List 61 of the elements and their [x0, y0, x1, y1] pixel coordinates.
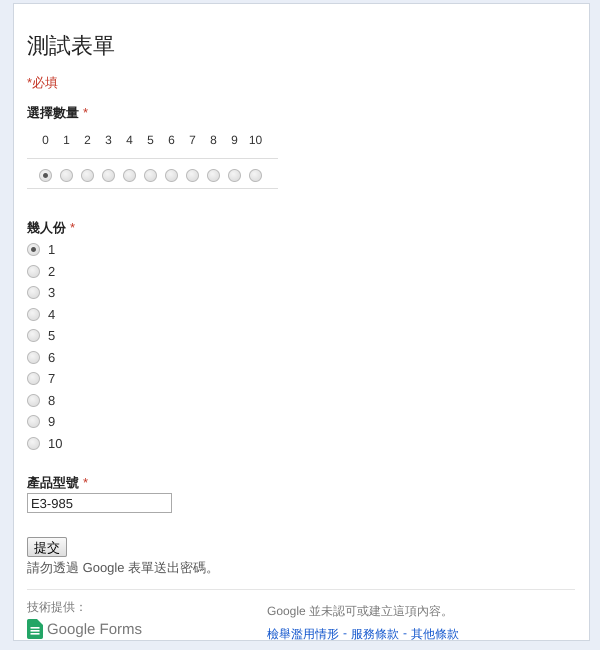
option-label: 9	[48, 414, 56, 430]
link-separator: -	[403, 626, 407, 642]
input-field[interactable]: E3-985	[27, 493, 172, 513]
required-mark: *	[70, 220, 76, 235]
footer-link[interactable]: 服務條款	[351, 626, 399, 643]
radio-button[interactable]	[27, 372, 40, 386]
radio-button[interactable]	[228, 169, 241, 182]
question-label: 產品型號	[27, 475, 79, 490]
submit-button[interactable]: 提交	[27, 537, 67, 557]
footer-link[interactable]: 檢舉濫用情形	[267, 626, 339, 643]
option-label: 7	[48, 371, 56, 386]
radio-button[interactable]	[165, 169, 178, 182]
scale-label: 4	[125, 132, 134, 149]
powered-by-label: 技術提供：	[27, 599, 88, 616]
radio-button[interactable]	[27, 394, 40, 407]
scale-label: 10	[248, 132, 264, 149]
scale-label: 5	[146, 132, 155, 149]
question-label: 幾人份	[27, 220, 66, 235]
scale-label: 0	[41, 132, 50, 149]
question-label: 選擇數量	[27, 105, 79, 120]
scale-label: 2	[83, 132, 92, 149]
scale-label: 1	[62, 132, 71, 149]
radio-button[interactable]	[27, 286, 40, 300]
option-label: 2	[48, 264, 56, 279]
radio-button[interactable]	[27, 436, 40, 450]
radio-button[interactable]	[123, 169, 136, 182]
radio-button[interactable]	[207, 169, 220, 182]
password-warning: 請勿透過 Google 表單送出密碼。	[27, 559, 220, 577]
radio-button[interactable]	[186, 169, 199, 182]
radio-button[interactable]	[27, 329, 40, 342]
scale-label: 9	[230, 132, 239, 149]
link-separator: -	[343, 626, 347, 642]
form-title: 測試表單	[27, 32, 116, 60]
option-label: 8	[48, 392, 56, 408]
scale-label: 6	[167, 132, 176, 149]
radio-button[interactable]	[249, 169, 262, 182]
radio-button[interactable]	[60, 169, 73, 182]
required-note: *必填	[27, 74, 60, 92]
scale-label: 3	[104, 132, 113, 149]
option-label: 6	[48, 350, 56, 365]
radio-button[interactable]	[27, 264, 40, 278]
option-label: 10	[48, 436, 62, 451]
radio-button[interactable]	[27, 415, 40, 428]
required-mark: *	[83, 475, 88, 490]
radio-button[interactable]	[102, 169, 115, 182]
radio-button[interactable]	[81, 169, 94, 182]
radio-button[interactable]	[27, 243, 40, 256]
option-label: 1	[48, 242, 56, 258]
footer-link[interactable]: 其他條款	[411, 626, 459, 643]
brand-name: Google Forms	[47, 620, 142, 638]
option-label: 3	[48, 285, 56, 300]
radio-button[interactable]	[27, 350, 40, 364]
scale-label: 7	[188, 132, 197, 149]
disclaimer: Google 並未認可或建立這項內容。	[267, 603, 454, 620]
radio-button[interactable]	[39, 169, 52, 182]
option-label: 4	[48, 306, 56, 322]
radio-button[interactable]	[27, 308, 40, 321]
option-label: 5	[48, 328, 56, 344]
scale-label: 8	[209, 132, 218, 149]
radio-button[interactable]	[144, 169, 157, 182]
required-mark: *	[83, 105, 88, 120]
